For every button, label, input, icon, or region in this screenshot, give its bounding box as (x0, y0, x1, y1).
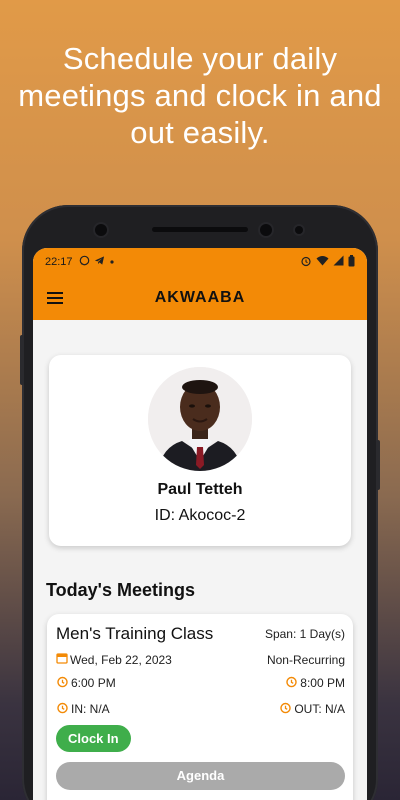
profile-id: ID: Akococ-2 (154, 507, 246, 524)
power-button (376, 440, 380, 490)
calendar-icon (56, 652, 68, 667)
clock-in-status: IN: N/A (71, 702, 110, 716)
app-bar: AKWAABA (33, 276, 367, 320)
avatar (148, 367, 252, 471)
profile-name: Paul Tetteh (157, 481, 243, 498)
battery-icon (348, 254, 355, 270)
clock-out-status: OUT: N/A (294, 702, 345, 716)
alarm-icon (300, 255, 312, 270)
agenda-button[interactable]: Agenda (56, 762, 345, 790)
alarm-clock-icon (56, 675, 69, 691)
clock-in-button[interactable]: Clock In (56, 725, 131, 752)
front-camera (95, 224, 107, 236)
alarm-clock-icon (56, 701, 69, 717)
meeting-date: Wed, Feb 22, 2023 (70, 652, 172, 667)
alarm-clock-icon (285, 675, 298, 691)
profile-card: Paul Tetteh ID: Akococ-2 (49, 355, 351, 546)
meeting-span: Span: 1 Day(s) (264, 627, 345, 641)
promo-headline: Schedule your daily meetings and clock i… (18, 41, 382, 150)
status-time: 22:17 (45, 256, 73, 268)
status-bar: 22:17 (33, 248, 367, 276)
meeting-end-time: 8:00 PM (300, 676, 345, 690)
app-title: AKWAABA (154, 289, 246, 306)
signal-icon (333, 255, 344, 269)
whatsapp-icon (79, 255, 90, 269)
meeting-recurrence: Non-Recurring (266, 652, 345, 667)
sensor (295, 226, 303, 234)
app-screen: 22:17 AKWAABA Paul Tetteh ID: Akococ-2 T… (33, 248, 367, 800)
wifi-icon (316, 255, 329, 269)
front-camera (260, 224, 272, 236)
hamburger-menu-icon[interactable] (47, 292, 63, 304)
todays-meetings-heading: Today's Meetings (46, 580, 195, 600)
notification-dot-icon (109, 256, 115, 268)
telegram-icon (94, 255, 105, 269)
alarm-clock-icon (279, 701, 292, 717)
meeting-title: Men's Training Class (56, 624, 214, 643)
earpiece-speaker (152, 227, 248, 232)
volume-button (20, 335, 24, 385)
meeting-start-time: 6:00 PM (71, 676, 116, 690)
meeting-card[interactable]: Men's Training Class Span: 1 Day(s) Wed,… (47, 614, 353, 800)
